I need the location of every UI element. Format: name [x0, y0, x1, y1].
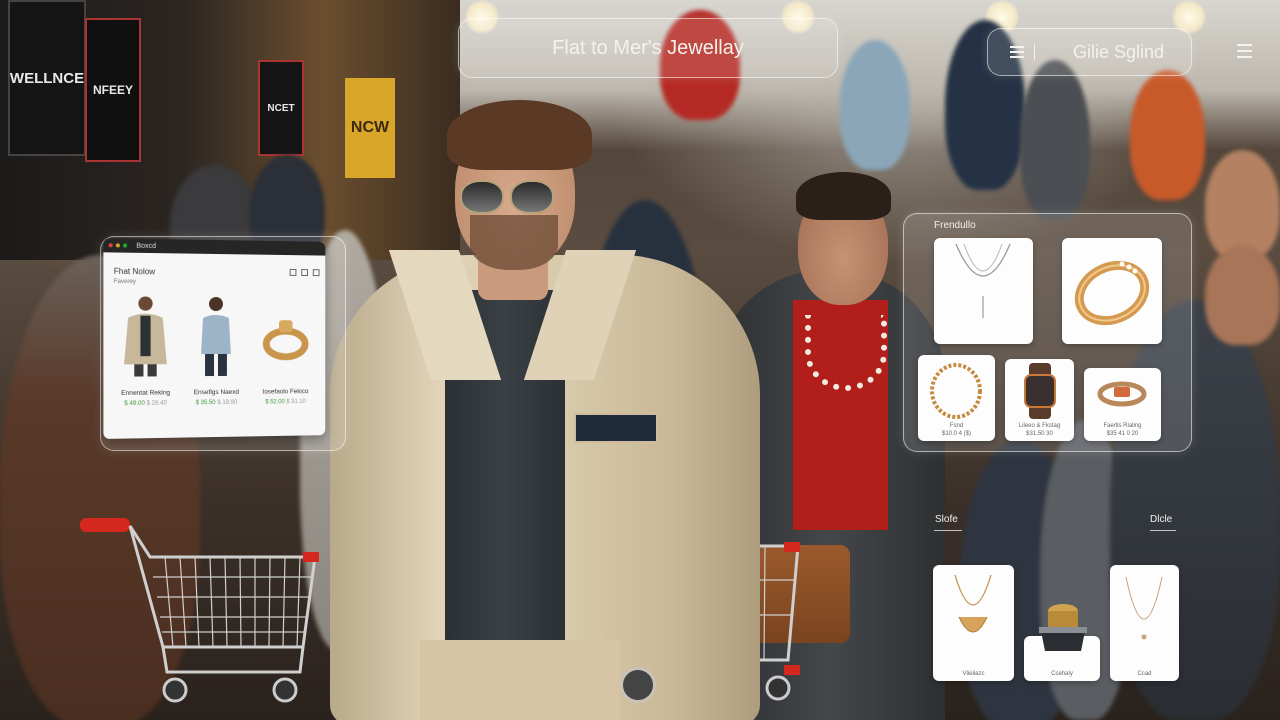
model-hair	[447, 100, 592, 170]
jewelry-item-tile[interactable]: Faerlls Rlaling $35 41 0 20	[1084, 368, 1161, 441]
hamburger-menu-icon[interactable]	[1237, 44, 1252, 58]
product-price: $ 52.00 $ 31.10	[265, 399, 306, 405]
gold-ring-icon	[1062, 238, 1162, 344]
divider	[1150, 530, 1176, 531]
jacket-product-icon	[114, 291, 177, 378]
crowd-person	[1205, 150, 1280, 260]
store-sign: NCET	[258, 60, 304, 156]
browser-heading: Fhat Nolow	[114, 267, 155, 277]
item-name: Fsnd	[918, 422, 995, 430]
store-sign: NFEEY	[85, 18, 141, 162]
list-icon	[1010, 46, 1024, 58]
section-label-left: Slofe	[935, 514, 958, 525]
item-name: Ccad	[1110, 670, 1179, 678]
shirt-product-icon	[185, 292, 247, 377]
product-card[interactable]: Enseflgs Naexd $ 35.50 $ 19.90	[183, 292, 249, 407]
item-name: Vlieliazc	[933, 670, 1014, 678]
shopper-hair	[796, 172, 891, 220]
crowd-person	[1130, 70, 1205, 200]
product-name: Ennentat Reklng	[121, 389, 170, 397]
item-caption: $10.0 4 ($)	[918, 430, 995, 438]
wristwatch	[620, 667, 656, 703]
model-beard	[470, 215, 558, 270]
product-grid: Ennentat Reklng $ 49.00 $ 28.40 Enseflgs…	[103, 285, 325, 413]
item-name: Faerlls Rlaling	[1084, 422, 1161, 430]
title-bar: Flat to Mer's Jewellay	[458, 18, 838, 78]
product-card[interactable]: Ennentat Reklng $ 49.00 $ 28.40	[112, 291, 180, 407]
product-name: Iosefaolo Fekico	[263, 388, 309, 395]
section-label-right: Dlcle	[1150, 514, 1172, 525]
jewelry-section-label: Frendullo	[934, 220, 976, 231]
shopping-cart-icon	[75, 512, 325, 707]
category-label: Gilie Sglind	[1073, 42, 1164, 63]
crowd-person	[1020, 60, 1090, 220]
product-name: Enseflgs Naexd	[194, 389, 239, 396]
shop-browser-window[interactable]: Boxcd Fhat Nolow Faverey Ennentat Reklng…	[103, 238, 325, 439]
model-pants	[420, 640, 620, 720]
shopper-necklace	[805, 315, 887, 391]
divider	[1034, 44, 1047, 60]
page-title: Flat to Mer's Jewellay	[552, 37, 744, 60]
jewelry-item-tile[interactable]: Lileeo & Fkstag $31.50 30	[1005, 359, 1074, 441]
item-caption: $35 41 0 20	[1084, 430, 1161, 438]
browser-title: Boxcd	[136, 242, 156, 249]
crowd-person	[840, 40, 910, 170]
product-price: $ 49.00 $ 28.40	[124, 401, 167, 408]
item-name: Ccehaly	[1024, 670, 1100, 678]
chain-necklace-icon	[934, 238, 1033, 344]
sunglasses-lens	[510, 180, 554, 214]
jacket-pocket	[574, 413, 658, 443]
crowd-person	[1205, 245, 1280, 345]
ring-product-icon	[255, 292, 315, 376]
store-sign: WELLNCE	[8, 0, 86, 156]
ring-box-icon	[1035, 601, 1091, 657]
product-price: $ 35.50 $ 19.90	[196, 400, 238, 406]
product-card[interactable]: Iosefaolo Fekico $ 52.00 $ 31.10	[253, 292, 317, 405]
jewelry-item-tile[interactable]	[1062, 238, 1162, 344]
watch-icon	[1005, 359, 1074, 423]
jeweled-ring-icon	[1084, 368, 1161, 420]
pendant-necklace-icon	[933, 565, 1014, 655]
store-sign: NCW	[345, 78, 395, 178]
sunglasses-lens	[460, 180, 504, 214]
browser-toolbar-icons[interactable]	[290, 269, 320, 278]
item-name: Lileeo & Fkstag	[1005, 422, 1074, 430]
jewelry-item-tile[interactable]: Ccad	[1110, 565, 1179, 681]
thin-necklace-icon	[1110, 565, 1179, 655]
jewelry-item-tile[interactable]: Vlieliazc	[933, 565, 1014, 681]
jewelry-item-tile[interactable]	[934, 238, 1033, 344]
gold-bracelet-icon	[918, 355, 995, 425]
category-menu-button[interactable]: Gilie Sglind	[987, 28, 1192, 76]
item-caption: $31.50 30	[1005, 430, 1074, 438]
jewelry-item-tile[interactable]: Fsnd $10.0 4 ($)	[918, 355, 995, 441]
divider	[934, 530, 962, 531]
